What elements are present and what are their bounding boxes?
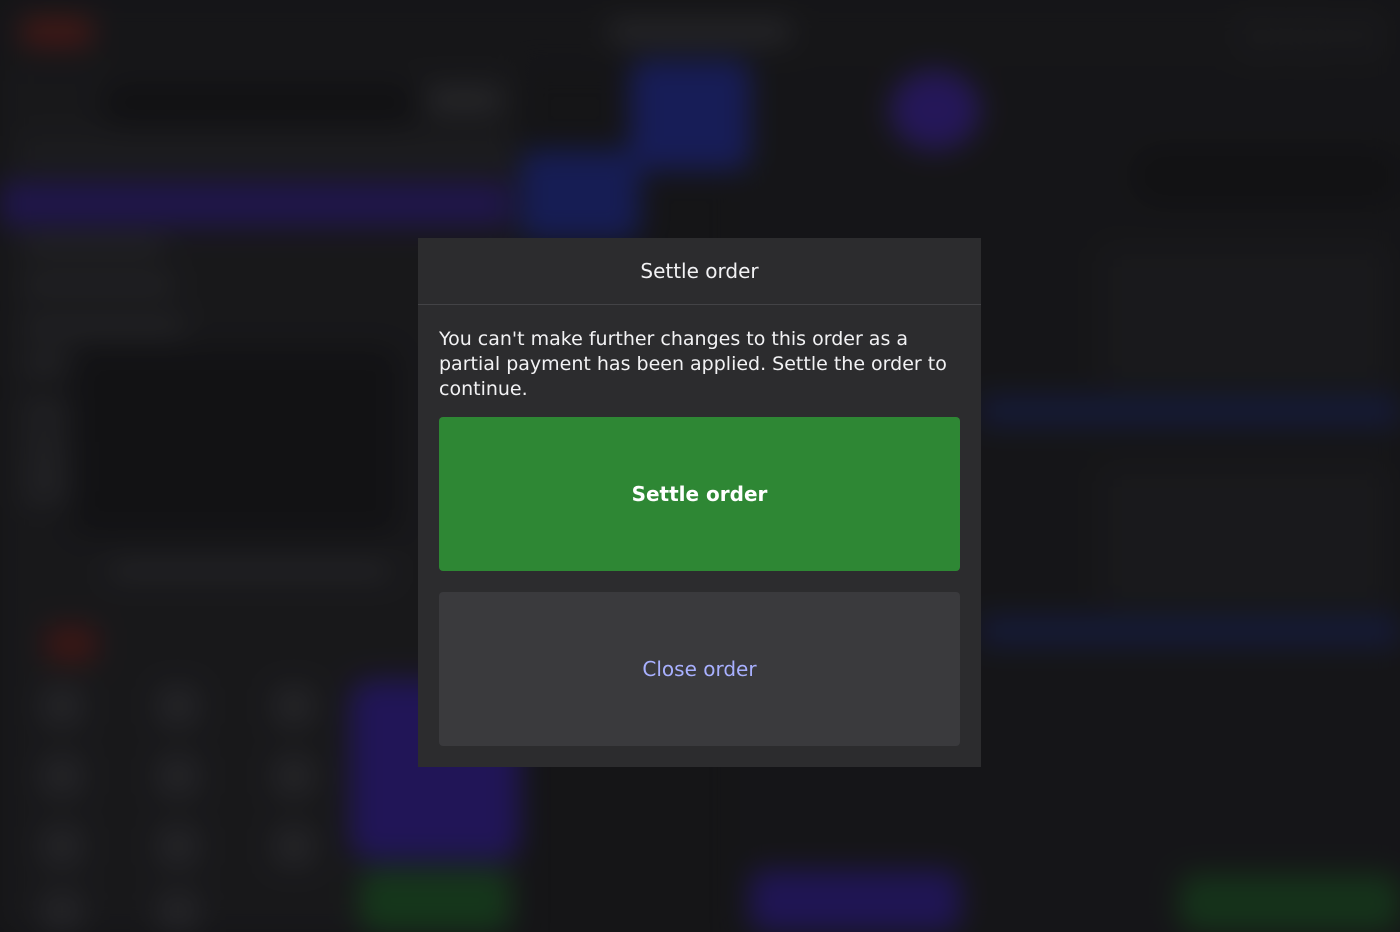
close-order-button[interactable]: Close order [439, 592, 960, 746]
settle-order-dialog: Settle order You can't make further chan… [418, 238, 981, 767]
dialog-title: Settle order [640, 259, 759, 283]
dialog-header: Settle order [418, 238, 981, 305]
settle-order-button[interactable]: Settle order [439, 417, 960, 571]
dialog-message: You can't make further changes to this o… [439, 328, 947, 400]
